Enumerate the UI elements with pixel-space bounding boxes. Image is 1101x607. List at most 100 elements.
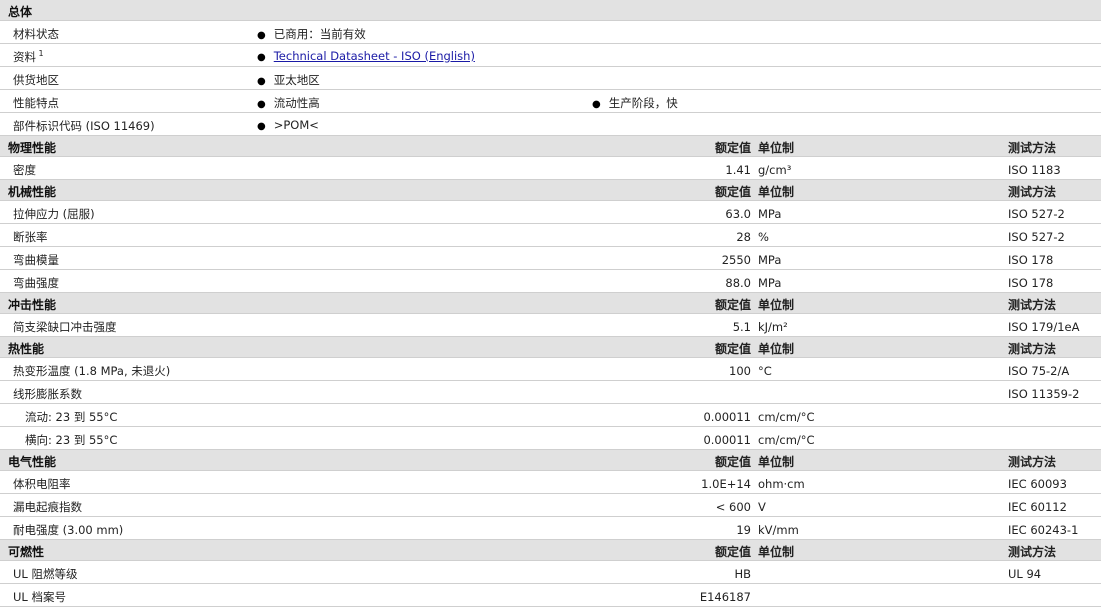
property-name: 密度 [13,163,36,177]
general-row: 材料状态 ● 已商用：当前有效 [0,21,1101,44]
property-name: 部件标识代码 (ISO 11469) [13,119,155,133]
property-row: 漏电起痕指数 < 600 V IEC 60112 [0,494,1101,517]
property-name: 热变形温度 (1.8 MPa, 未退火) [13,364,171,378]
property-name: 流动: 23 到 55°C [25,410,118,424]
property-value: 88.0 [725,276,751,290]
property-name: 体积电阻率 [13,477,71,491]
nominal-header: 额定值 [714,545,751,559]
test-method: ISO 1183 [1008,163,1061,177]
property-row: 体积电阻率 1.0E+14 ohm·cm IEC 60093 [0,471,1101,494]
bullet-icon: ● [257,76,266,87]
method-header: 测试方法 [1008,455,1057,469]
section-header: 可燃性 额定值 单位制 测试方法 [0,540,1101,561]
section-header: 机械性能 额定值 单位制 测试方法 [0,180,1101,201]
section-title: 总体 [8,5,33,19]
property-name: UL 阻燃等级 [13,567,78,581]
bullet-text: 生产阶段，快 [608,96,678,110]
unit-header: 单位制 [758,545,795,559]
property-unit: °C [758,364,772,378]
footnote-marker: 1 [36,49,44,59]
unit-header: 单位制 [758,185,795,199]
property-row: UL 档案号 E146187 [0,584,1101,607]
section-header: 物理性能 额定值 单位制 测试方法 [0,136,1101,157]
method-header: 测试方法 [1008,298,1057,312]
property-unit: V [758,500,766,514]
method-header: 测试方法 [1008,545,1057,559]
property-value: 5.1 [732,320,751,334]
property-row: 弯曲模量 2550 MPa ISO 178 [0,247,1101,270]
general-row: 资料 1 ● Technical Datasheet - ISO (English) [0,44,1101,67]
property-value: 19 [736,523,751,537]
property-unit: cm/cm/°C [758,433,815,447]
section-header-general: 总体 [0,0,1101,21]
property-row: 耐电强度 (3.00 mm) 19 kV/mm IEC 60243-1 [0,517,1101,540]
bullet-icon: ● [257,30,266,41]
test-method: ISO 178 [1008,276,1054,290]
bullet-icon: ● [257,99,266,110]
property-value: 63.0 [725,207,751,221]
property-name: 弯曲强度 [13,276,59,290]
property-row: 流动: 23 到 55°C 0.00011 cm/cm/°C [0,404,1101,427]
nominal-header: 额定值 [714,342,751,356]
bullet-text: >POM< [273,118,319,132]
property-row: 弯曲强度 88.0 MPa ISO 178 [0,270,1101,293]
property-unit: ohm·cm [758,477,805,491]
property-row: UL 阻燃等级 HB UL 94 [0,561,1101,584]
bullet-text: 已商用：当前有效 [273,27,366,41]
general-row: 供货地区 ● 亚太地区 [0,67,1101,90]
method-header: 测试方法 [1008,141,1057,155]
nominal-header: 额定值 [714,185,751,199]
property-row: 拉伸应力 (屈服) 63.0 MPa ISO 527-2 [0,201,1101,224]
bullet-item: ● >POM< [257,118,319,132]
bullet-text: 流动性高 [273,96,320,110]
test-method: ISO 178 [1008,253,1054,267]
unit-header: 单位制 [758,298,795,312]
property-name: 漏电起痕指数 [13,500,82,514]
section-title: 热性能 [8,342,45,356]
property-value: 28 [736,230,751,244]
bullet-icon: ● [257,121,266,132]
bullet-item: ● 流动性高 [257,95,320,111]
unit-header: 单位制 [758,141,795,155]
property-value: 1.41 [725,163,751,177]
test-method: IEC 60093 [1008,477,1067,491]
property-name: UL 档案号 [13,590,66,604]
datasheet-link[interactable]: Technical Datasheet - ISO (English) [274,49,475,63]
property-value: 2550 [721,253,751,267]
nominal-header: 额定值 [714,141,751,155]
unit-header: 单位制 [758,455,795,469]
property-name: 资料 1 [13,49,44,64]
property-unit: kJ/m² [758,320,788,334]
test-method: ISO 527-2 [1008,207,1065,221]
test-method: UL 94 [1008,567,1042,581]
general-row: 部件标识代码 (ISO 11469) ● >POM< [0,113,1101,136]
property-name: 简支梁缺口冲击强度 [13,320,117,334]
property-name: 拉伸应力 (屈服) [13,207,95,221]
section-header: 冲击性能 额定值 单位制 测试方法 [0,293,1101,314]
property-value: 100 [729,364,751,378]
test-method: IEC 60112 [1008,500,1067,514]
property-name: 材料状态 [13,27,59,41]
test-method: ISO 179/1eA [1008,320,1080,334]
section-header: 电气性能 额定值 单位制 测试方法 [0,450,1101,471]
property-name: 断张率 [13,230,48,244]
property-row: 简支梁缺口冲击强度 5.1 kJ/m² ISO 179/1eA [0,314,1101,337]
property-unit: kV/mm [758,523,799,537]
property-row: 密度 1.41 g/cm³ ISO 1183 [0,157,1101,180]
test-method: ISO 75-2/A [1008,364,1070,378]
bullet-item: ● 已商用：当前有效 [257,26,366,42]
property-value: < 600 [715,500,751,514]
section-header: 热性能 额定值 单位制 测试方法 [0,337,1101,358]
property-row: 横向: 23 到 55°C 0.00011 cm/cm/°C [0,427,1101,450]
bullet-icon: ● [592,99,601,110]
method-header: 测试方法 [1008,342,1057,356]
property-unit: MPa [758,207,782,221]
property-name: 横向: 23 到 55°C [25,433,118,447]
property-unit: g/cm³ [758,163,792,177]
test-method: ISO 527-2 [1008,230,1065,244]
nominal-header: 额定值 [714,455,751,469]
property-value: 0.00011 [703,410,751,424]
property-unit: MPa [758,276,782,290]
method-header: 测试方法 [1008,185,1057,199]
section-title: 物理性能 [8,141,57,155]
